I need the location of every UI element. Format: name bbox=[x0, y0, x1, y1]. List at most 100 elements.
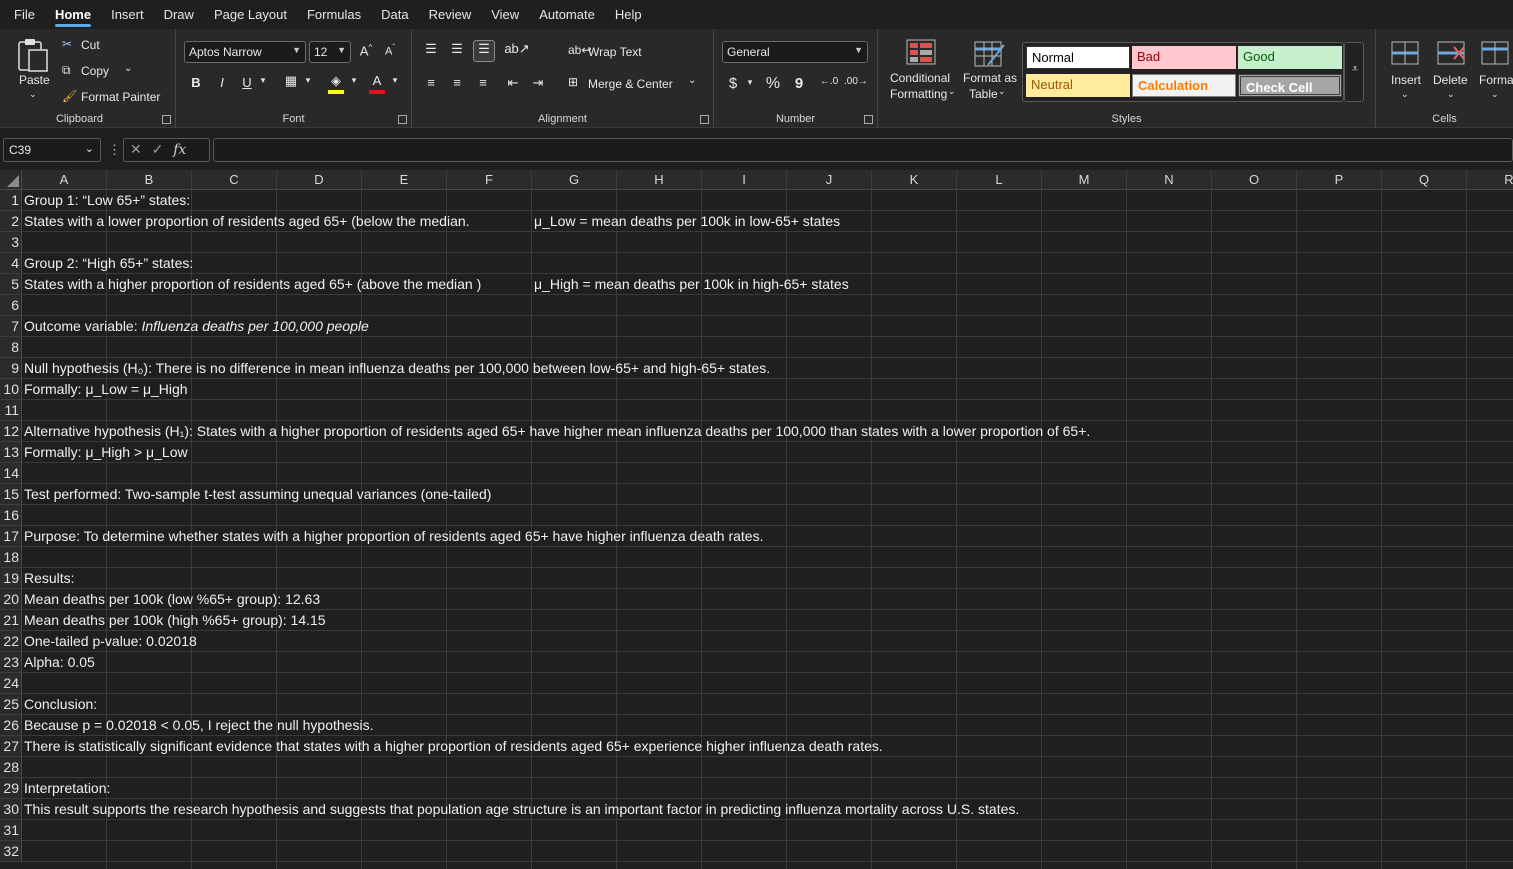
menu-help[interactable]: Help bbox=[605, 0, 652, 29]
menu-file[interactable]: File bbox=[0, 0, 45, 29]
borders-icon[interactable]: ▦ bbox=[282, 73, 300, 89]
column-header-q[interactable]: Q bbox=[1382, 170, 1467, 190]
cell-a20[interactable]: Mean deaths per 100k (low %65+ group): 1… bbox=[22, 589, 320, 610]
row-header-24[interactable]: 24 bbox=[0, 673, 22, 694]
row-header-20[interactable]: 20 bbox=[0, 589, 22, 610]
cell-a23[interactable]: Alpha: 0.05 bbox=[22, 652, 95, 673]
conditional-formatting-button[interactable]: Conditional Formatting ⌄ bbox=[884, 37, 958, 107]
font-color-button[interactable]: A bbox=[367, 73, 387, 97]
style-normal[interactable]: Normal bbox=[1026, 46, 1130, 69]
column-header-m[interactable]: M bbox=[1042, 170, 1127, 190]
align-middle-icon[interactable]: ☰ bbox=[448, 41, 466, 57]
percent-button[interactable]: % bbox=[764, 75, 782, 93]
name-box[interactable]: C39 ⌄ bbox=[3, 138, 101, 162]
cell-a22[interactable]: One-tailed p-value: 0.02018 bbox=[22, 631, 197, 652]
increase-decimal-icon[interactable]: ←.0 bbox=[818, 76, 840, 87]
italic-button[interactable]: I bbox=[214, 75, 230, 90]
cell-a19[interactable]: Results: bbox=[22, 568, 75, 589]
cell-a25[interactable]: Conclusion: bbox=[22, 694, 97, 715]
row-header-4[interactable]: 4 bbox=[0, 253, 22, 274]
align-center-icon[interactable]: ≡ bbox=[448, 75, 466, 90]
align-bottom-icon[interactable]: ☰ bbox=[473, 40, 495, 62]
number-format-select[interactable]: General ▼ bbox=[722, 41, 868, 63]
cancel-icon[interactable]: ✕ bbox=[130, 141, 142, 157]
decrease-font-size-icon[interactable]: Aˇ bbox=[381, 43, 399, 58]
cell-a9[interactable]: Null hypothesis (H₀): There is no differ… bbox=[22, 358, 770, 379]
decrease-decimal-icon[interactable]: .00→ bbox=[844, 76, 868, 87]
chevron-down-icon[interactable]: ▾ bbox=[303, 75, 313, 86]
row-header-22[interactable]: 22 bbox=[0, 631, 22, 652]
delete-cells-button[interactable]: Delete ⌄ bbox=[1430, 37, 1474, 107]
style-good[interactable]: Good bbox=[1238, 46, 1342, 69]
paste-button[interactable]: Paste ⌄ bbox=[12, 35, 54, 105]
row-header-6[interactable]: 6 bbox=[0, 295, 22, 316]
align-left-icon[interactable]: ≡ bbox=[422, 75, 440, 90]
cell-a26[interactable]: Because p = 0.02018 < 0.05, I reject the… bbox=[22, 715, 373, 736]
row-header-12[interactable]: 12 bbox=[0, 421, 22, 442]
row-header-25[interactable]: 25 bbox=[0, 694, 22, 715]
menu-view[interactable]: View bbox=[481, 0, 529, 29]
bold-button[interactable]: B bbox=[188, 75, 204, 90]
cell-a29[interactable]: Interpretation: bbox=[22, 778, 110, 799]
fill-color-button[interactable]: ◈ bbox=[326, 73, 346, 97]
format-painter-button[interactable]: 🖌 Format Painter bbox=[62, 89, 172, 107]
column-header-e[interactable]: E bbox=[362, 170, 447, 190]
column-header-a[interactable]: A bbox=[22, 170, 107, 190]
row-header-13[interactable]: 13 bbox=[0, 442, 22, 463]
row-header-5[interactable]: 5 bbox=[0, 274, 22, 295]
row-header-15[interactable]: 15 bbox=[0, 484, 22, 505]
insert-function-icon[interactable]: fx bbox=[173, 142, 186, 158]
more-options-icon[interactable]: ⋮ bbox=[108, 142, 121, 158]
row-header-19[interactable]: 19 bbox=[0, 568, 22, 589]
column-header-n[interactable]: N bbox=[1127, 170, 1212, 190]
align-right-icon[interactable]: ≡ bbox=[474, 75, 492, 90]
menu-insert[interactable]: Insert bbox=[101, 0, 154, 29]
row-header-3[interactable]: 3 bbox=[0, 232, 22, 253]
underline-button[interactable]: U bbox=[239, 75, 255, 90]
column-header-g[interactable]: G bbox=[532, 170, 617, 190]
row-header-9[interactable]: 9 bbox=[0, 358, 22, 379]
menu-automate[interactable]: Automate bbox=[529, 0, 605, 29]
row-header-30[interactable]: 30 bbox=[0, 799, 22, 820]
currency-button[interactable]: $ bbox=[726, 75, 740, 92]
enter-icon[interactable]: ✓ bbox=[152, 141, 164, 157]
menu-data[interactable]: Data bbox=[371, 0, 418, 29]
chevron-down-icon[interactable]: ▾ bbox=[349, 75, 359, 86]
cell-a2[interactable]: States with a lower proportion of reside… bbox=[22, 211, 470, 232]
row-header-1[interactable]: 1 bbox=[0, 190, 22, 211]
menu-formulas[interactable]: Formulas bbox=[297, 0, 371, 29]
styles-more-button[interactable]: ⩡ bbox=[1344, 42, 1364, 102]
dialog-launcher-icon[interactable] bbox=[864, 115, 873, 124]
formula-input[interactable] bbox=[213, 138, 1513, 162]
copy-button[interactable]: ⧉ Copy ⌄ bbox=[62, 63, 142, 81]
style-neutral[interactable]: Neutral bbox=[1026, 74, 1130, 97]
dialog-launcher-icon[interactable] bbox=[162, 115, 171, 124]
row-header-14[interactable]: 14 bbox=[0, 463, 22, 484]
row-header-18[interactable]: 18 bbox=[0, 547, 22, 568]
column-header-j[interactable]: J bbox=[787, 170, 872, 190]
chevron-down-icon[interactable]: ▾ bbox=[258, 75, 268, 86]
format-cells-button[interactable]: Format ⌄ bbox=[1476, 37, 1513, 107]
row-header-8[interactable]: 8 bbox=[0, 337, 22, 358]
row-header-7[interactable]: 7 bbox=[0, 316, 22, 337]
chevron-down-icon[interactable]: ▾ bbox=[745, 77, 755, 88]
cell-a15[interactable]: Test performed: Two-sample t-test assumi… bbox=[22, 484, 491, 505]
cell-a1[interactable]: Group 1: “Low 65+” states: bbox=[22, 190, 190, 211]
style-check-cell[interactable]: Check Cell bbox=[1238, 74, 1342, 97]
menu-page-layout[interactable]: Page Layout bbox=[204, 0, 297, 29]
row-header-21[interactable]: 21 bbox=[0, 610, 22, 631]
column-header-c[interactable]: C bbox=[192, 170, 277, 190]
select-all-button[interactable] bbox=[0, 170, 22, 190]
merge-center-button[interactable]: ⊞ Merge & Center ⌄ bbox=[568, 75, 708, 95]
menu-home[interactable]: Home bbox=[45, 0, 101, 29]
menu-draw[interactable]: Draw bbox=[154, 0, 204, 29]
row-header-27[interactable]: 27 bbox=[0, 736, 22, 757]
cell-a7[interactable]: Outcome variable: Influenza deaths per 1… bbox=[22, 316, 369, 337]
row-header-2[interactable]: 2 bbox=[0, 211, 22, 232]
comma-style-button[interactable]: 9 bbox=[792, 75, 806, 92]
column-header-f[interactable]: F bbox=[447, 170, 532, 190]
style-calculation[interactable]: Calculation bbox=[1132, 74, 1236, 97]
cell-a5[interactable]: States with a higher proportion of resid… bbox=[22, 274, 481, 295]
chevron-down-icon[interactable]: ▾ bbox=[390, 75, 400, 86]
row-header-32[interactable]: 32 bbox=[0, 841, 22, 862]
